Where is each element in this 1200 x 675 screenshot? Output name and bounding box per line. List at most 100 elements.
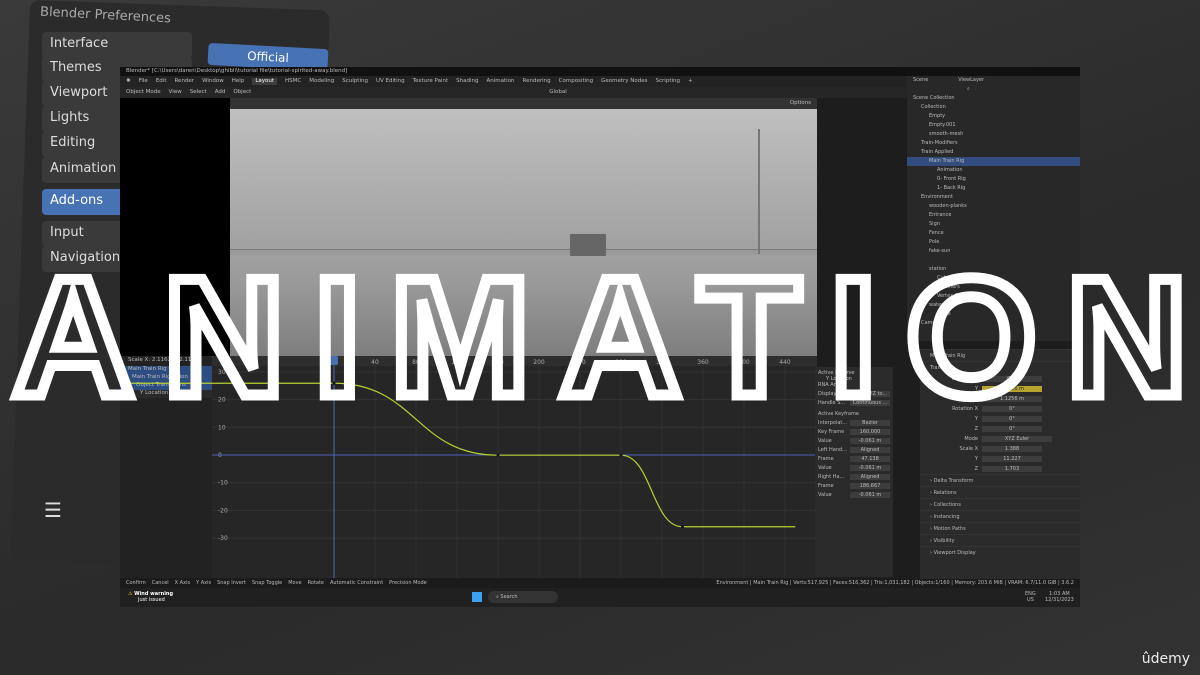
status-hint: Snap Toggle <box>251 580 283 586</box>
workspace-tab[interactable]: + <box>688 78 693 85</box>
properties-section[interactable]: › Relations <box>920 486 1080 498</box>
outliner-item[interactable]: Entrance <box>907 211 1080 220</box>
status-hint: Confirm <box>126 580 146 586</box>
keyframe-field[interactable]: Aligned <box>850 447 890 453</box>
status-hint: X Axis <box>174 580 191 586</box>
language: ENG US <box>1025 591 1036 603</box>
window-title: Blender* [C:\Users\daren\Desktop\ghibli\… <box>120 67 1080 76</box>
status-hint: Snap Invert <box>217 580 246 586</box>
outliner-item[interactable]: Scene Collection <box>907 94 1080 103</box>
status-hint: Y Axis <box>196 580 212 586</box>
y-tick-label: 10 <box>218 424 226 431</box>
header-menu[interactable]: Select <box>190 89 207 96</box>
scale-x-field[interactable]: 1.388 <box>982 445 1042 452</box>
workspace-tab[interactable]: UV Editing <box>376 78 405 85</box>
warning-icon: ⚠ <box>128 591 133 597</box>
menu-item[interactable]: File <box>139 78 148 85</box>
properties-section[interactable]: › Viewport Display <box>920 546 1080 558</box>
taskbar: ⚠ Wind warning Just issued ⌕ Search ENG US… <box>120 588 1080 607</box>
options-button[interactable]: Options <box>790 100 811 106</box>
keyframe-point <box>619 453 623 457</box>
keyframe-field[interactable]: 160.000 <box>850 429 890 435</box>
properties-section[interactable]: › Motion Paths <box>920 522 1080 534</box>
outliner-item[interactable]: Main Train Rig <box>907 157 1080 166</box>
outliner-item[interactable]: Environment <box>907 193 1080 202</box>
workspace-tab[interactable]: HSMC <box>285 78 301 85</box>
outliner-item[interactable]: 0- Front Rig <box>907 175 1080 184</box>
keyframe-field[interactable]: -0.061 m <box>850 465 890 471</box>
keyframe-field[interactable]: -0.061 m <box>850 492 890 498</box>
keyframe-field[interactable]: 47.138 <box>850 456 890 462</box>
rotation-z-field[interactable]: 0° <box>982 425 1042 432</box>
blender-logo-icon[interactable]: ✺ <box>126 78 131 85</box>
keyframe-point <box>681 525 684 529</box>
scene-stats: Environment | Main Train Rig | Verts:517… <box>716 580 1074 586</box>
keyframe-field[interactable]: 186.667 <box>850 483 890 489</box>
transform-orientation[interactable]: Global <box>549 89 567 96</box>
outliner-item[interactable]: Animation <box>907 166 1080 175</box>
properties-section[interactable]: › Collections <box>920 498 1080 510</box>
properties-section[interactable]: › Visibility <box>920 534 1080 546</box>
outliner-item[interactable]: Train Applied <box>907 148 1080 157</box>
outliner-item[interactable]: Empty.001 <box>907 121 1080 130</box>
y-tick-label: -10 <box>218 480 228 487</box>
header-menu[interactable]: Object Mode <box>126 89 161 96</box>
scale-y-field[interactable]: 11.227 <box>982 455 1042 462</box>
workspace-tab[interactable]: Sculpting <box>342 78 368 85</box>
outliner-item[interactable]: Collection <box>907 103 1080 112</box>
prefs-item[interactable]: Interface <box>42 32 192 58</box>
workspace-tab[interactable]: Compositing <box>559 78 593 85</box>
workspace-tab[interactable]: Geometry Nodes <box>601 78 647 85</box>
workspace-tab[interactable]: Scripting <box>656 78 680 85</box>
camera-view-header: Options <box>230 98 817 109</box>
outliner-item[interactable]: 1- Back Rig <box>907 184 1080 193</box>
menu-item[interactable]: Edit <box>156 78 167 85</box>
workspace-tab[interactable]: Rendering <box>523 78 551 85</box>
taskbar-search[interactable]: ⌕ Search <box>488 591 558 603</box>
viewport-header: Object Mode View Select Add Object Global <box>120 87 910 98</box>
header-menu[interactable]: View <box>169 89 182 96</box>
status-bar: Confirm Cancel X Axis Y Axis Snap Invert Snap… <box>120 579 1080 588</box>
menu-item[interactable]: Window <box>202 78 224 85</box>
animation-title-text: ANIMATION <box>13 243 1188 420</box>
view-layer-selector[interactable]: ViewLayer <box>958 77 984 85</box>
header-menu[interactable]: Object <box>233 89 251 96</box>
outliner-item[interactable]: wooden-planks <box>907 202 1080 211</box>
properties-section[interactable]: › Instancing <box>920 510 1080 522</box>
menu-icon[interactable]: ☰ <box>44 498 62 522</box>
menu-item[interactable]: Help <box>232 78 245 85</box>
keyframe-point <box>496 453 500 457</box>
workspace-tab[interactable]: Layout <box>252 78 278 85</box>
status-hint: Cancel <box>151 580 169 586</box>
status-hint: Move <box>288 580 302 586</box>
workspace-tab[interactable]: Shading <box>456 78 478 85</box>
outliner-item[interactable]: Sign <box>907 220 1080 229</box>
y-tick-label: -20 <box>218 507 228 514</box>
udemy-logo: ûdemy <box>1141 651 1190 667</box>
status-hint: Automatic Constraint <box>330 580 384 586</box>
workspace-tab[interactable]: Texture Paint <box>413 78 449 85</box>
animation-title: ANIMATION <box>7 240 1193 420</box>
outliner-item[interactable]: Train-Modifiers <box>907 139 1080 148</box>
keyframe-field[interactable]: Aligned <box>850 474 890 480</box>
outliner-item[interactable]: smooth-mesh <box>907 130 1080 139</box>
keyframe-field[interactable]: -0.061 m <box>850 438 890 444</box>
status-hint: Precision Mode <box>389 580 427 586</box>
outliner-item[interactable]: Empty <box>907 112 1080 121</box>
workspace-tab[interactable]: Modeling <box>309 78 334 85</box>
status-hint: Rotate <box>307 580 325 586</box>
notification: ⚠ Wind warning Just issued <box>128 591 174 603</box>
scale-z-field[interactable]: 1.703 <box>982 465 1042 472</box>
outliner-search[interactable]: ⌕ <box>907 85 1080 94</box>
header-menu[interactable]: Add <box>215 89 226 96</box>
scene-selector[interactable]: Scene <box>913 77 928 85</box>
menu-item[interactable]: Render <box>174 78 194 85</box>
keyframe-field[interactable]: Bezier <box>850 420 890 426</box>
outliner-item[interactable]: Fence <box>907 229 1080 238</box>
rotation-mode-select[interactable]: XYZ Euler <box>982 435 1052 442</box>
windows-start-icon[interactable] <box>472 592 482 602</box>
clock: 1:03 AM 12/31/2023 <box>1045 591 1074 603</box>
y-tick-label: -30 <box>218 535 228 542</box>
properties-section[interactable]: › Delta Transform <box>920 474 1080 486</box>
workspace-tab[interactable]: Animation <box>487 78 515 85</box>
